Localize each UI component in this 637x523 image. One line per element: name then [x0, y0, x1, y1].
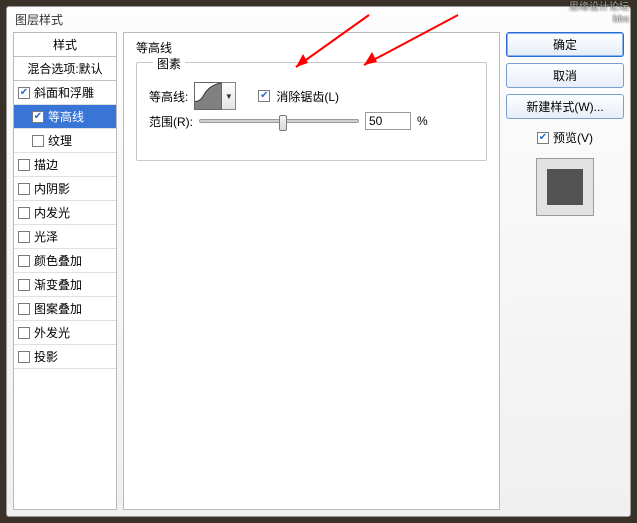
- style-label: 纹理: [48, 132, 72, 149]
- preview-label: 预览(V): [553, 129, 593, 146]
- range-slider[interactable]: [199, 119, 359, 123]
- style-item-7[interactable]: 颜色叠加: [14, 249, 116, 273]
- preview-checkbox[interactable]: [537, 132, 549, 144]
- style-checkbox[interactable]: [18, 231, 30, 243]
- styles-panel: 样式 混合选项:默认 斜面和浮雕等高线纹理描边内阴影内发光光泽颜色叠加渐变叠加图…: [13, 32, 117, 510]
- right-panel: 确定 取消 新建样式(W)... 预览(V): [506, 32, 624, 510]
- blending-options-item[interactable]: 混合选项:默认: [14, 57, 116, 81]
- style-label: 投影: [34, 348, 58, 365]
- style-item-5[interactable]: 内发光: [14, 201, 116, 225]
- antialias-label: 消除锯齿(L): [276, 88, 339, 105]
- slider-thumb[interactable]: [279, 115, 287, 131]
- style-checkbox[interactable]: [18, 159, 30, 171]
- style-label: 图案叠加: [34, 300, 82, 317]
- style-item-1[interactable]: 等高线: [14, 105, 116, 129]
- style-item-9[interactable]: 图案叠加: [14, 297, 116, 321]
- ok-button[interactable]: 确定: [506, 32, 624, 57]
- style-label: 渐变叠加: [34, 276, 82, 293]
- style-checkbox[interactable]: [18, 207, 30, 219]
- preview-swatch: [536, 158, 594, 216]
- contour-dropdown[interactable]: ▼: [222, 82, 236, 110]
- style-item-0[interactable]: 斜面和浮雕: [14, 81, 116, 105]
- range-unit: %: [417, 114, 428, 128]
- style-item-11[interactable]: 投影: [14, 345, 116, 369]
- style-label: 等高线: [48, 108, 84, 125]
- style-checkbox[interactable]: [18, 351, 30, 363]
- preview-inner: [547, 169, 583, 205]
- style-checkbox[interactable]: [18, 183, 30, 195]
- range-label: 范围(R):: [149, 113, 193, 130]
- style-label: 外发光: [34, 324, 70, 341]
- contour-picker[interactable]: [194, 82, 222, 110]
- style-item-4[interactable]: 内阴影: [14, 177, 116, 201]
- style-checkbox[interactable]: [18, 303, 30, 315]
- contour-curve-icon: [195, 83, 221, 109]
- style-checkbox[interactable]: [32, 111, 44, 123]
- style-checkbox[interactable]: [18, 87, 30, 99]
- style-item-2[interactable]: 纹理: [14, 129, 116, 153]
- fieldset-legend: 图素: [153, 55, 185, 72]
- style-label: 斜面和浮雕: [34, 84, 94, 101]
- style-label: 描边: [34, 156, 58, 173]
- styles-header[interactable]: 样式: [14, 33, 116, 57]
- dialog-title: 图层样式: [7, 7, 630, 32]
- style-label: 内阴影: [34, 180, 70, 197]
- section-title: 等高线: [136, 39, 487, 56]
- style-checkbox[interactable]: [18, 279, 30, 291]
- style-item-6[interactable]: 光泽: [14, 225, 116, 249]
- style-checkbox[interactable]: [18, 327, 30, 339]
- antialias-checkbox[interactable]: [258, 90, 270, 102]
- style-checkbox[interactable]: [18, 255, 30, 267]
- style-checkbox[interactable]: [32, 135, 44, 147]
- cancel-button[interactable]: 取消: [506, 63, 624, 88]
- new-style-button[interactable]: 新建样式(W)...: [506, 94, 624, 119]
- style-label: 内发光: [34, 204, 70, 221]
- contour-label: 等高线:: [149, 88, 188, 105]
- content-panel: 等高线 图素 等高线: ▼: [123, 32, 500, 510]
- range-input[interactable]: [365, 112, 411, 130]
- style-item-3[interactable]: 描边: [14, 153, 116, 177]
- style-label: 颜色叠加: [34, 252, 82, 269]
- style-label: 光泽: [34, 228, 58, 245]
- style-item-10[interactable]: 外发光: [14, 321, 116, 345]
- watermark: 思缘设计论坛 bbs: [569, 2, 629, 26]
- chevron-down-icon: ▼: [225, 92, 233, 101]
- layer-style-dialog: 图层样式 样式 混合选项:默认 斜面和浮雕等高线纹理描边内阴影内发光光泽颜色叠加…: [6, 6, 631, 517]
- style-item-8[interactable]: 渐变叠加: [14, 273, 116, 297]
